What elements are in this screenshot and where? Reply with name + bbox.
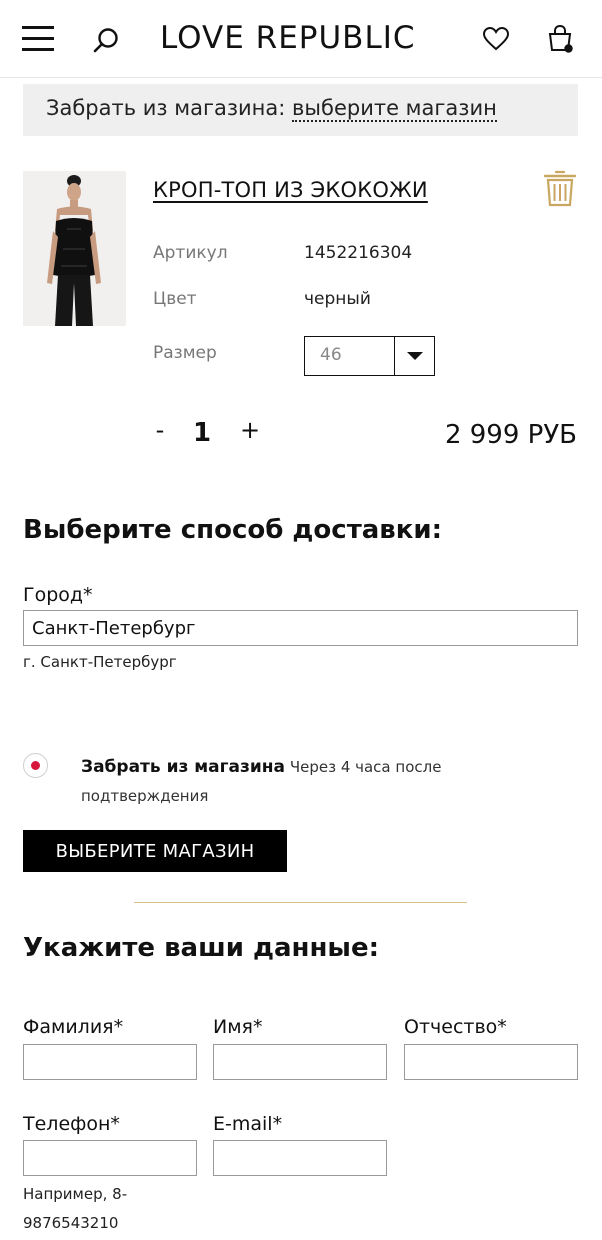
pickup-store-bar: Забрать из магазина: выберите магазин — [23, 84, 578, 136]
article-label: Артикул — [153, 243, 228, 263]
choose-store-button[interactable]: ВЫБЕРИТЕ МАГАЗИН — [23, 830, 287, 872]
quantity-decrease-button[interactable]: - — [150, 416, 170, 444]
surname-input[interactable] — [23, 1044, 197, 1080]
patronymic-input[interactable] — [404, 1044, 578, 1080]
menu-icon[interactable] — [22, 26, 54, 51]
product-title-link[interactable]: КРОП-ТОП ИЗ ЭКОКОЖИ — [153, 178, 428, 202]
choose-store-link[interactable]: выберите магазин — [292, 96, 497, 122]
email-input[interactable] — [213, 1140, 387, 1176]
search-icon[interactable] — [92, 26, 120, 54]
size-selected-value: 46 — [320, 345, 342, 365]
pickup-option-text[interactable]: Забрать из магазина Через 4 часа после п… — [81, 753, 521, 811]
email-label: E-mail* — [213, 1113, 283, 1135]
section-divider — [134, 902, 467, 903]
color-label: Цвет — [153, 289, 197, 309]
name-label: Имя* — [213, 1016, 263, 1038]
city-label: Город* — [23, 584, 93, 606]
trash-icon[interactable] — [543, 168, 577, 208]
quantity-increase-button[interactable]: + — [238, 416, 262, 444]
chevron-down-icon[interactable] — [394, 337, 434, 375]
contacts-heading: Укажите ваши данные: — [23, 933, 379, 963]
delivery-heading: Выберите способ доставки: — [23, 515, 443, 545]
patronymic-label: Отчество* — [404, 1016, 507, 1038]
quantity-value: 1 — [193, 418, 212, 448]
phone-hint: Например, 8-9876543210 — [23, 1185, 128, 1232]
phone-label: Телефон* — [23, 1113, 120, 1135]
color-value: черный — [304, 289, 371, 309]
size-label: Размер — [153, 343, 217, 363]
heart-icon[interactable] — [482, 26, 510, 52]
article-value: 1452216304 — [304, 243, 413, 263]
site-header: LOVE REPUBLIC — [0, 0, 602, 78]
product-image[interactable] — [23, 171, 126, 326]
surname-label: Фамилия* — [23, 1016, 124, 1038]
logo[interactable]: LOVE REPUBLIC — [160, 20, 416, 56]
pickup-radio[interactable] — [23, 753, 48, 778]
bag-icon[interactable] — [546, 24, 574, 54]
size-select[interactable]: 46 — [304, 336, 435, 376]
city-hint: г. Санкт-Петербург — [23, 653, 177, 671]
product-price: 2 999 РУБ — [444, 420, 577, 450]
pickup-bar-prefix: Забрать из магазина: — [46, 96, 286, 120]
city-input[interactable] — [23, 610, 578, 646]
pickup-option-title: Забрать из магазина — [81, 757, 286, 777]
phone-input[interactable] — [23, 1140, 197, 1176]
name-input[interactable] — [213, 1044, 387, 1080]
